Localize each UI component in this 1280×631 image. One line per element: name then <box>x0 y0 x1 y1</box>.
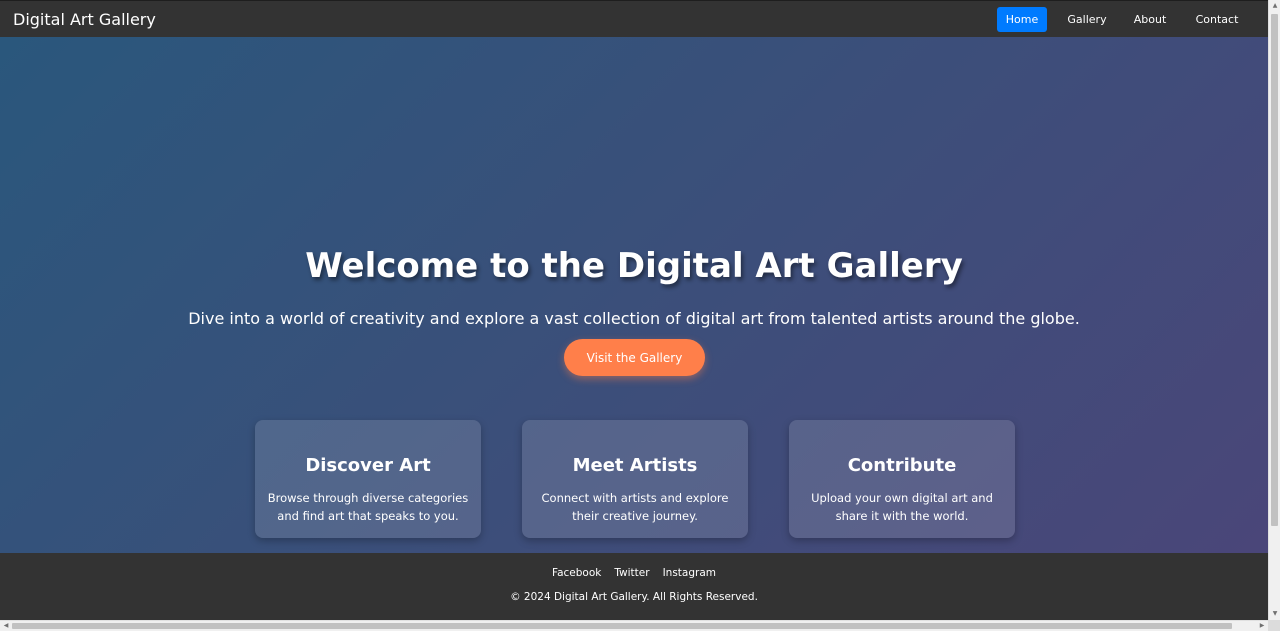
feature-card-text: Connect with artists and explore their c… <box>541 491 729 523</box>
feature-card-discover-art: Discover Art Browse through diverse cate… <box>255 420 481 538</box>
horizontal-scrollbar[interactable]: ◀ ▶ <box>0 620 1268 631</box>
feature-card-meet-artists: Meet Artists Connect with artists and ex… <box>522 420 748 538</box>
vertical-scroll-thumb[interactable] <box>1271 14 1278 526</box>
vertical-scrollbar[interactable]: ▲ ▼ <box>1268 0 1280 620</box>
copyright-text: © 2024 Digital Art Gallery. All Rights R… <box>510 591 758 603</box>
nav-link-home[interactable]: Home <box>997 7 1047 32</box>
hero-section: Welcome to the Digital Art Gallery Dive … <box>0 37 1268 553</box>
footer-social-links: Facebook Twitter Instagram <box>0 567 1268 579</box>
scroll-up-icon[interactable]: ▲ <box>1269 0 1280 12</box>
site-brand[interactable]: Digital Art Gallery <box>13 10 156 29</box>
scroll-right-icon[interactable]: ▶ <box>1256 620 1268 631</box>
scroll-down-icon[interactable]: ▼ <box>1269 608 1280 620</box>
nav-link-gallery[interactable]: Gallery <box>1062 7 1112 32</box>
footer-link-instagram[interactable]: Instagram <box>663 567 716 579</box>
page: Digital Art Gallery Home Gallery About C… <box>0 0 1268 620</box>
feature-card-title: Meet Artists <box>572 455 698 476</box>
footer-link-twitter[interactable]: Twitter <box>614 567 649 579</box>
feature-card-title: Discover Art <box>305 455 431 476</box>
nav-link-contact[interactable]: Contact <box>1191 7 1243 32</box>
feature-card-text: Browse through diverse categories and fi… <box>267 491 469 523</box>
feature-card-text: Upload your own digital art and share it… <box>811 491 993 523</box>
nav-links: Home Gallery About Contact <box>997 7 1243 32</box>
horizontal-scroll-thumb[interactable] <box>12 623 1232 629</box>
scroll-left-icon[interactable]: ◀ <box>0 620 12 631</box>
page-footer: Facebook Twitter Instagram © 2024 Digita… <box>0 553 1268 620</box>
scrollbar-corner <box>1268 620 1280 631</box>
footer-link-facebook[interactable]: Facebook <box>552 567 601 579</box>
feature-card-contribute: Contribute Upload your own digital art a… <box>789 420 1015 538</box>
nav-link-about[interactable]: About <box>1127 7 1173 32</box>
hero-subtitle: Dive into a world of creativity and expl… <box>188 309 1080 328</box>
top-navbar: Digital Art Gallery Home Gallery About C… <box>0 0 1268 37</box>
visit-gallery-button[interactable]: Visit the Gallery <box>564 339 705 376</box>
feature-card-title: Contribute <box>847 455 957 476</box>
hero-title: Welcome to the Digital Art Gallery <box>305 246 963 286</box>
